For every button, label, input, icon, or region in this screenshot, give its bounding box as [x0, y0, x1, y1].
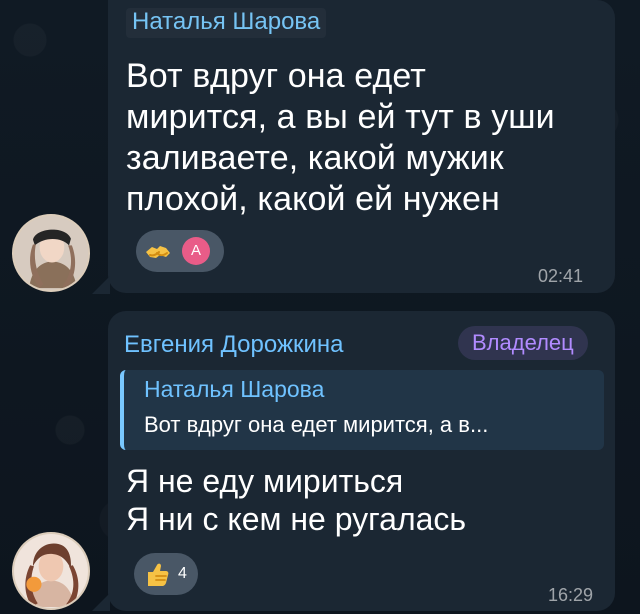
- reply-text: Вот вдруг она едет мирится, а в...: [144, 412, 489, 437]
- sender-name[interactable]: Евгения Дорожкина: [124, 331, 344, 359]
- reaction-count: 4: [178, 565, 187, 582]
- owner-badge: Владелец: [458, 326, 588, 360]
- message-line: Вот вдруг она едет: [126, 57, 426, 95]
- message-text: Я не еду мириться Я ни с кем не ругалась: [126, 462, 596, 538]
- avatar[interactable]: [12, 214, 90, 292]
- reaction-chip[interactable]: A: [136, 230, 224, 272]
- message-line: Я не еду мириться: [126, 463, 404, 499]
- reactor-avatar: A: [182, 237, 210, 265]
- sender-name[interactable]: Наталья Шарова: [126, 8, 326, 38]
- thumbs-up-icon: [148, 563, 169, 586]
- message-line: мирится, а вы ей тут в уши: [126, 98, 555, 136]
- message-text: Вот вдруг она едет мирится, а вы ей тут …: [126, 56, 596, 220]
- reaction-chip[interactable]: 4: [134, 553, 198, 595]
- handshake-icon: [146, 246, 170, 258]
- message-line: заливаете, какой мужик: [126, 139, 504, 177]
- timestamp: 16:29: [548, 585, 594, 605]
- avatar[interactable]: [12, 532, 90, 610]
- message-line: плохой, какой ей нужен: [126, 180, 500, 218]
- timestamp: 02:41: [538, 266, 584, 286]
- reply-preview[interactable]: Наталья Шарова Вот вдруг она едет миритс…: [120, 370, 604, 450]
- reply-sender: Наталья Шарова: [144, 376, 325, 402]
- message-line: Я ни с кем не ругалась: [126, 501, 467, 537]
